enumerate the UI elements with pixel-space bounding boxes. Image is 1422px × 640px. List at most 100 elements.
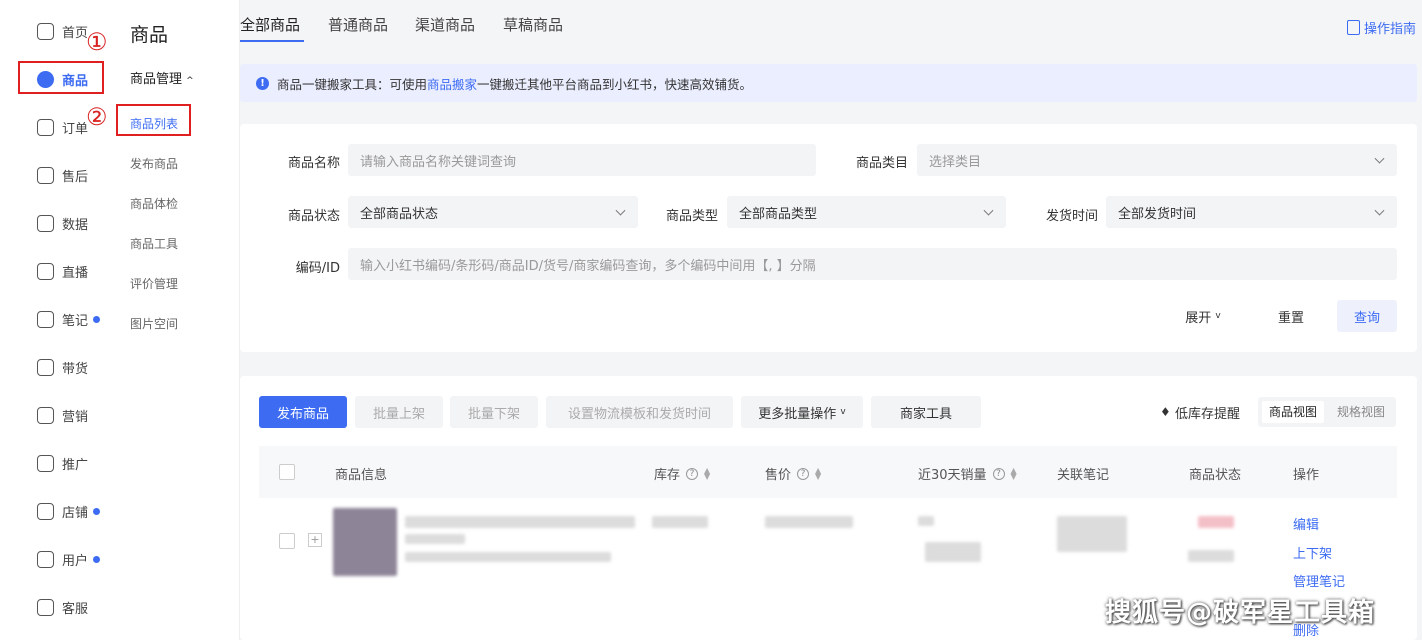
nav-item-store[interactable]: 店铺 (37, 500, 101, 522)
nav-item-bag[interactable]: 带货 (37, 356, 88, 378)
batch-off-shelf-button[interactable]: 批量下架 (450, 396, 538, 428)
col-actions: 操作 (1293, 464, 1319, 483)
notice-text: 商品一键搬家工具：可使用商品搬家一键搬迁其他平台商品到小红书，快速高效铺货。 (277, 74, 752, 93)
aftersale-icon (37, 166, 54, 184)
nav-item-aftersale[interactable]: 售后 (37, 164, 88, 186)
nav-item-note[interactable]: 笔记 (37, 308, 101, 330)
guide-link[interactable]: 操作指南 (1346, 18, 1416, 37)
shelf-toggle-link[interactable]: 上下架 (1293, 543, 1332, 562)
product-view-toggle[interactable]: 商品视图 (1262, 401, 1325, 423)
submenu-item-checkup[interactable]: 商品体检 (130, 195, 178, 212)
annotation-box-2 (116, 104, 191, 136)
nav-label: 数据 (62, 217, 89, 233)
batch-on-shelf-button[interactable]: 批量上架 (355, 396, 443, 428)
nav-label: 客服 (62, 601, 89, 617)
help-icon: ? (797, 467, 810, 480)
submenu-item-tools[interactable]: 商品工具 (130, 235, 178, 252)
col-status: 商品状态 (1189, 464, 1241, 483)
spec-view-toggle[interactable]: 规格视图 (1330, 401, 1392, 423)
active-tab-indicator (240, 40, 304, 42)
category-select[interactable]: 选择类目 (917, 144, 1397, 176)
nav-label: 笔记 (62, 313, 89, 329)
notice-banner: ! 商品一键搬家工具：可使用商品搬家一键搬迁其他平台商品到小红书，快速高效铺货。 (240, 64, 1417, 102)
notice-link[interactable]: 商品搬家 (427, 77, 477, 92)
product-id-blurred (405, 552, 611, 562)
submenu-group-product-management[interactable]: 商品管理 ^ (130, 68, 194, 87)
nav-item-promo[interactable]: 推广 (37, 452, 88, 474)
nav-label: 带货 (62, 361, 89, 377)
nav-item-order[interactable]: 订单 (37, 116, 88, 138)
status-value: 全部商品状态 (360, 206, 439, 222)
type-value: 全部商品类型 (739, 206, 818, 222)
product-type-select[interactable]: 全部商品类型 (727, 196, 1006, 228)
edit-link[interactable]: 编辑 (1293, 514, 1319, 533)
store-icon (37, 502, 54, 520)
reset-button[interactable]: 重置 (1258, 300, 1324, 332)
category-placeholder: 选择类目 (929, 154, 982, 170)
ship-time-select[interactable]: 全部发货时间 (1106, 196, 1397, 228)
view-switch: 商品视图 规格视图 (1258, 397, 1396, 427)
notes-blurred (1057, 516, 1127, 552)
tab-normal-products[interactable]: 普通商品 (328, 14, 388, 35)
product-name-input[interactable]: 请输入商品名称关键词查询 (348, 144, 816, 176)
sort-icon: ▲ ▼ (704, 465, 711, 481)
nav-item-live[interactable]: 直播 (37, 260, 88, 282)
nav-label: 直播 (62, 265, 89, 281)
category-label: 商品类目 (855, 156, 908, 171)
col-label: 近30天销量 (918, 468, 987, 483)
col-sales-30d[interactable]: 近30天销量? ▲ ▼ (918, 464, 1017, 483)
nav-item-home[interactable]: 首页 (37, 20, 88, 42)
col-stock[interactable]: 库存? ▲ ▼ (654, 464, 710, 483)
help-icon: ? (992, 467, 1005, 480)
product-thumbnail (333, 508, 397, 576)
nav-item-marketing[interactable]: 营销 (37, 404, 88, 426)
chevron-down-icon: v (840, 407, 846, 417)
bag-icon (37, 358, 54, 376)
nav-item-service[interactable]: 客服 (37, 596, 88, 618)
publish-product-button[interactable]: 发布商品 (259, 396, 347, 428)
nav-item-users[interactable]: 用户 (37, 548, 101, 570)
merchant-tools-button[interactable]: 商家工具 (871, 396, 981, 428)
product-meta-blurred (405, 534, 465, 544)
sales-detail-blurred (925, 542, 981, 562)
ship-value: 全部发货时间 (1118, 206, 1197, 222)
tab-draft-products[interactable]: 草稿商品 (503, 14, 563, 35)
col-linked-notes: 关联笔记 (1057, 464, 1109, 483)
product-title-blurred (405, 516, 635, 528)
col-price[interactable]: 售价? ▲ ▼ (765, 464, 821, 483)
nav-label: 营销 (62, 409, 89, 425)
nav-item-data[interactable]: 数据 (37, 212, 88, 234)
submenu-item-publish[interactable]: 发布商品 (130, 155, 178, 172)
sales-blurred (918, 516, 934, 526)
annotation-box-1 (18, 61, 104, 94)
chevron-down-icon (1374, 205, 1385, 216)
chevron-down-icon: v (1215, 311, 1221, 321)
nav-label: 用户 (62, 553, 89, 569)
ship-time-label: 发货时间 (1045, 209, 1098, 224)
tab-all-products[interactable]: 全部商品 (240, 14, 300, 35)
notification-dot (93, 507, 101, 515)
status-detail-blurred (1188, 550, 1234, 562)
expand-row-icon[interactable]: + (308, 533, 322, 547)
help-icon: ? (686, 467, 699, 480)
live-icon (37, 262, 54, 280)
submenu-item-images[interactable]: 图片空间 (130, 315, 178, 332)
status-blurred (1198, 516, 1234, 528)
manage-notes-link[interactable]: 管理笔记 (1293, 571, 1345, 590)
expand-button[interactable]: 展开 v (1168, 300, 1238, 332)
more-batch-actions-button[interactable]: 更多批量操作 v (741, 396, 863, 428)
row-checkbox[interactable] (279, 533, 295, 549)
nav-label: 订单 (62, 121, 89, 137)
query-button[interactable]: 查询 (1337, 300, 1397, 332)
product-status-select[interactable]: 全部商品状态 (348, 196, 638, 228)
logistics-settings-button[interactable]: 设置物流模板和发货时间 (546, 396, 733, 428)
col-label: 商品状态 (1189, 468, 1242, 483)
tab-bar: 全部商品 普通商品 渠道商品 草稿商品 操作指南 (240, 0, 1422, 44)
service-icon (37, 598, 54, 616)
select-all-checkbox[interactable] (279, 464, 295, 480)
more-label: 更多批量操作 (758, 406, 837, 422)
low-stock-reminder[interactable]: ♦ 低库存提醒 (1150, 396, 1250, 428)
submenu-item-reviews[interactable]: 评价管理 (130, 275, 178, 292)
tab-channel-products[interactable]: 渠道商品 (415, 14, 475, 35)
code-id-textarea[interactable]: 输入小红书编码/条形码/商品ID/货号/商家编码查询，多个编码中间用【, 】分隔 (348, 248, 1397, 280)
